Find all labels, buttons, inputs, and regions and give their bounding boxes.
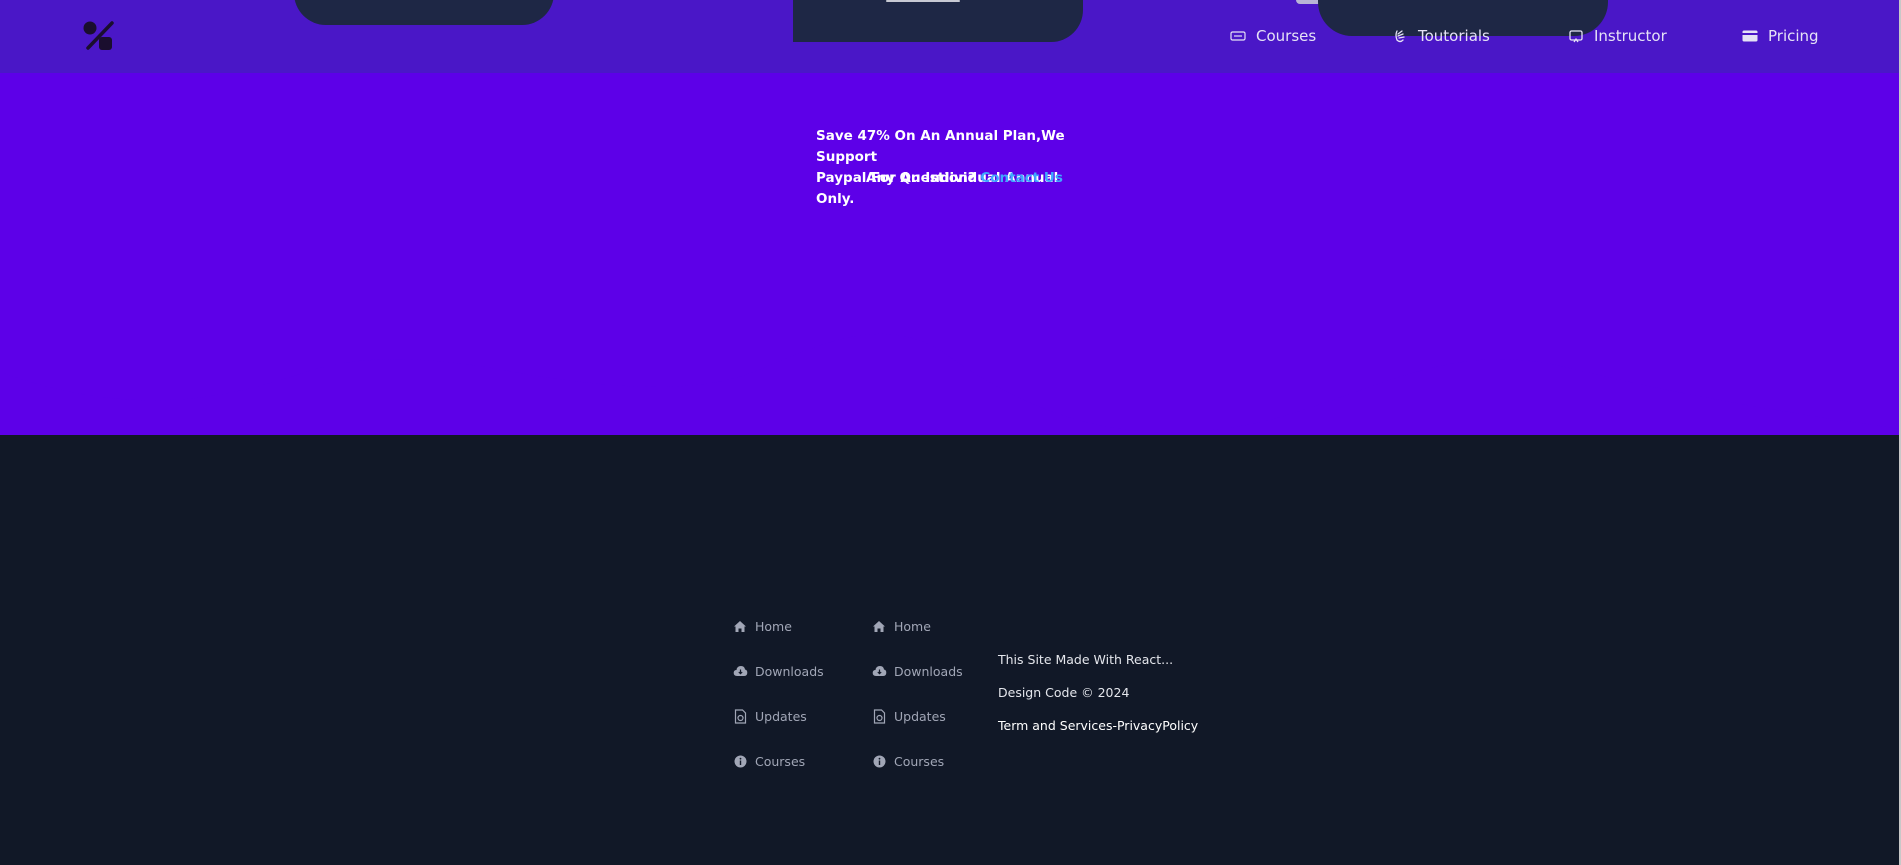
footer-link-label: Courses <box>755 753 806 769</box>
footer-link-updates[interactable]: Updates <box>732 704 824 728</box>
made-with-text: This Site Made With React... <box>998 652 1174 667</box>
keyboard-icon <box>1228 26 1248 46</box>
footer-link-label: Courses <box>894 753 945 769</box>
footer-link-label: Updates <box>894 708 946 724</box>
promo-question: Any Question? Contact Us <box>866 168 1063 189</box>
info-icon <box>871 753 887 769</box>
footer-link-updates[interactable]: Updates <box>871 704 963 728</box>
nav-item-courses[interactable]: Courses <box>1228 24 1316 48</box>
question-text: Any Question? <box>866 170 976 186</box>
footer-link-label: Downloads <box>894 663 963 679</box>
promo-line: Save 47% On An Annual Plan,We Support <box>816 128 1065 165</box>
terms-privacy-link[interactable]: Term and Services-PrivacyPolicy <box>998 716 1198 749</box>
footer-link-downloads[interactable]: Downloads <box>732 659 824 683</box>
home-icon <box>732 618 748 634</box>
footer-link-label: Home <box>894 618 931 634</box>
footer-link-label: Downloads <box>755 663 824 679</box>
contact-us-link[interactable]: Contact Us <box>980 170 1063 186</box>
footer-link-home[interactable]: Home <box>732 614 824 638</box>
nav-label: Pricing <box>1768 27 1819 45</box>
nav-label: Instructor <box>1594 27 1667 45</box>
footer-links-column: Home Downloads Updates Courses <box>732 614 824 794</box>
footer-link-courses[interactable]: Courses <box>871 749 963 773</box>
credit-card-icon <box>1740 26 1760 46</box>
home-icon <box>871 618 887 634</box>
file-update-icon <box>732 708 748 724</box>
footer-link-home[interactable]: Home <box>871 614 963 638</box>
nav-item-instructor[interactable]: Instructor <box>1566 24 1667 48</box>
footer-link-label: Home <box>755 618 792 634</box>
footer-link-downloads[interactable]: Downloads <box>871 659 963 683</box>
main-nav: Courses Toutorials Instructor Pricing <box>0 0 1901 73</box>
nav-item-pricing[interactable]: Pricing <box>1740 24 1819 48</box>
nav-label: Courses <box>1256 27 1317 45</box>
footer-link-courses[interactable]: Courses <box>732 749 824 773</box>
hand-wave-icon <box>1390 26 1410 46</box>
cloud-download-icon <box>871 663 887 679</box>
file-update-icon <box>871 708 887 724</box>
cloud-download-icon <box>732 663 748 679</box>
footer-link-label: Updates <box>755 708 807 724</box>
footer-links-column: Home Downloads Updates Courses <box>871 614 963 794</box>
info-icon <box>732 753 748 769</box>
monitor-icon <box>1566 26 1586 46</box>
header: Courses Toutorials Instructor Pricing <box>0 0 1901 73</box>
nav-label: Toutorials <box>1418 27 1490 45</box>
copyright-text: Design Code © 2024 <box>998 685 1130 700</box>
nav-item-tutorials[interactable]: Toutorials <box>1390 24 1490 48</box>
footer-info: This Site Made With React... Design Code… <box>998 650 1198 749</box>
wave-divider <box>0 330 1901 433</box>
